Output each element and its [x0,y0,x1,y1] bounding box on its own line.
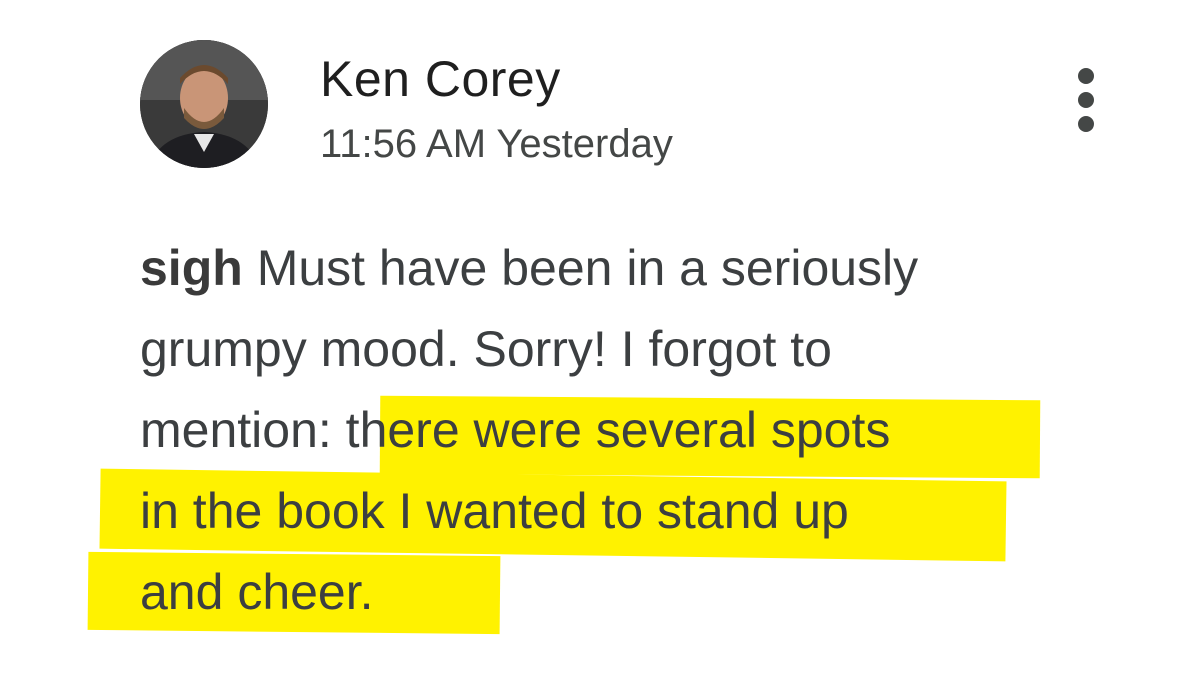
more-vertical-icon [1078,68,1094,84]
comment-line-3: mention: there were several spots [140,390,1150,479]
highlighted-text: and cheer. [140,564,374,620]
comment-text-segment: Must have been in a seriously [242,240,919,296]
highlighted-text: in the book I wanted to stand up [140,483,849,539]
comment-text: sigh Must have been in a seriously grump… [87,228,1150,635]
comment-text-segment: grumpy mood. Sorry! I forgot to [140,321,832,377]
comment-line-1: sigh Must have been in a seriously [140,228,1150,309]
more-vertical-icon-dot [1078,92,1094,108]
comment-emphasis: sigh [140,240,243,296]
comment-card: Ken Corey 11:56 AM Yesterday sigh Must h… [0,0,1200,675]
highlighted-text: there were several spots [345,402,891,458]
more-options-button[interactable] [1062,60,1110,140]
comment-timestamp: 11:56 AM Yesterday [320,122,673,166]
more-vertical-icon-dot [1078,116,1094,132]
avatar-portrait-icon [140,40,268,168]
comment-line-5: and cheer. [87,551,1150,635]
avatar[interactable] [140,40,268,168]
comment-text-segment: mention: [140,402,346,458]
comment-line-4: in the book I wanted to stand up [99,468,1150,562]
comment-line-2: grumpy mood. Sorry! I forgot to [140,309,1150,390]
author-name[interactable]: Ken Corey [320,50,561,108]
